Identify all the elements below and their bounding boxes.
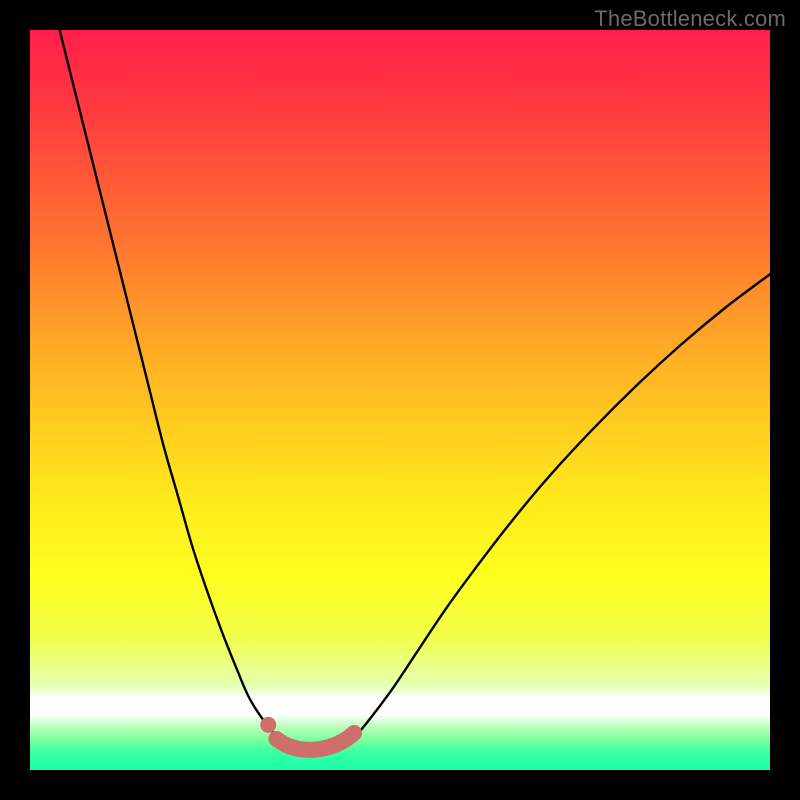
plot-frame xyxy=(30,30,770,770)
valley-dot-marker xyxy=(260,717,276,733)
curve-left-branch xyxy=(60,30,286,743)
curve-right-branch xyxy=(345,274,771,743)
valley-highlight xyxy=(276,733,354,750)
curve-layer xyxy=(30,30,770,770)
watermark-text: TheBottleneck.com xyxy=(594,6,786,32)
